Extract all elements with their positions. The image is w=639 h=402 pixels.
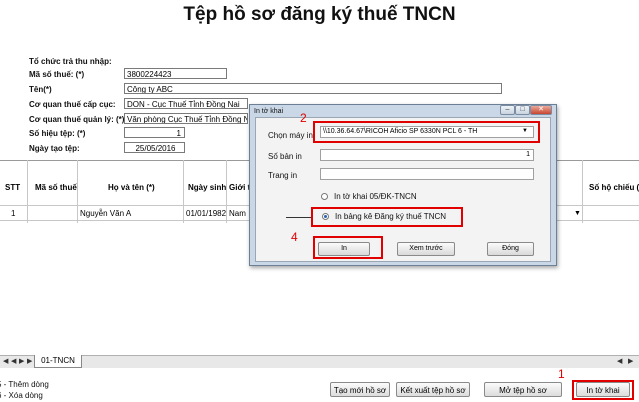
dialog-title: In tờ khai [254,108,284,115]
name-field[interactable]: Công ty ABC [124,83,502,94]
file-number-label: Số hiệu tệp: (*) [29,129,86,138]
new-file-button[interactable]: Tạo mới hồ sơ [330,382,390,397]
row-birth-date[interactable]: 01/01/1982 [186,209,226,218]
open-file-button[interactable]: Mở tệp hồ sơ [484,382,562,397]
export-file-button[interactable]: Kết xuất tệp hồ sơ [396,382,470,397]
row-stt: 1 [11,209,16,218]
step-1-label: 1 [558,367,565,381]
col-header-tax-code[interactable]: Mã số thuế [35,183,77,192]
pointer-line [286,217,311,218]
tax-code-label: Mã số thuế: (*) [29,70,85,79]
col-header-stt[interactable]: STT [5,183,20,192]
highlight-printer-select [313,121,540,143]
sheet-tab-01-tncn[interactable]: 01-TNCN [34,355,82,368]
issuing-office-field[interactable]: DON - Cục Thuế Tỉnh Đồng Nai [124,98,248,109]
highlight-print-button [313,236,383,259]
file-number-field[interactable]: 1 [124,127,185,138]
pages-label: Trang in [268,171,298,180]
sheet-tab-bar [0,355,639,368]
managing-office-field[interactable]: Văn phòng Cục Thuế Tỉnh Đồng Nai [124,113,248,124]
created-date-field[interactable]: 25/05/2016 [124,142,185,153]
grid-col-divider [183,160,184,223]
step-2-label: 2 [300,111,307,125]
pages-field[interactable] [320,168,534,180]
chevron-down-icon[interactable]: ▼ [574,210,581,217]
minimize-icon[interactable]: – [500,105,515,115]
last-sheet-icon[interactable]: ▶ [27,357,32,365]
grid-col-divider [77,160,78,223]
col-header-birth-date[interactable]: Ngày sinh [188,183,226,192]
page-title: Tệp hồ sơ đăng ký thuế TNCN [183,4,456,25]
dialog-close-button[interactable]: Đóng [487,242,534,256]
shortcut-add-row: 5 - Thêm dòng [0,380,49,389]
highlight-print-form [572,380,634,400]
tax-code-field[interactable]: 3800224423 [124,68,227,79]
col-header-passport[interactable]: Số hộ chiếu ( [589,183,639,192]
copies-label: Số bản in [268,152,302,161]
dialog-preview-button[interactable]: Xem trước [397,242,455,256]
radio-form-option[interactable] [321,193,328,200]
row-full-name[interactable]: Nguyễn Văn A [80,209,131,218]
row-gender[interactable]: Nam [229,209,246,218]
copies-field[interactable]: 1 [320,149,534,161]
scroll-right-icon[interactable]: ▶ [628,357,633,365]
radio-form-label: In tờ khai 05/ĐK-TNCN [334,192,417,201]
issuing-office-label: Cơ quan thuế cấp cục: [29,100,116,109]
step-4-label: 4 [291,230,298,244]
prev-sheet-icon[interactable]: ◀ [11,357,16,365]
first-sheet-icon[interactable]: ◀ [3,357,8,365]
next-sheet-icon[interactable]: ▶ [19,357,24,365]
created-date-label: Ngày tạo tệp: [29,144,80,153]
grid-col-divider [27,160,28,223]
scroll-left-icon[interactable]: ◀ [617,357,622,365]
maximize-icon[interactable]: □ [515,105,530,115]
highlight-list-option [311,207,463,227]
section-label: Tổ chức trả thu nhập: [29,57,112,66]
grid-col-divider [582,160,583,223]
managing-office-label: Cơ quan thuế quản lý: (*) [29,115,125,124]
shortcut-delete-row: 6 - Xóa dòng [0,391,43,400]
col-header-full-name[interactable]: Họ và tên (*) [108,183,155,192]
name-label: Tên(*) [29,85,52,94]
printer-label: Chọn máy in: [268,131,316,140]
close-icon[interactable]: ✕ [530,105,552,115]
